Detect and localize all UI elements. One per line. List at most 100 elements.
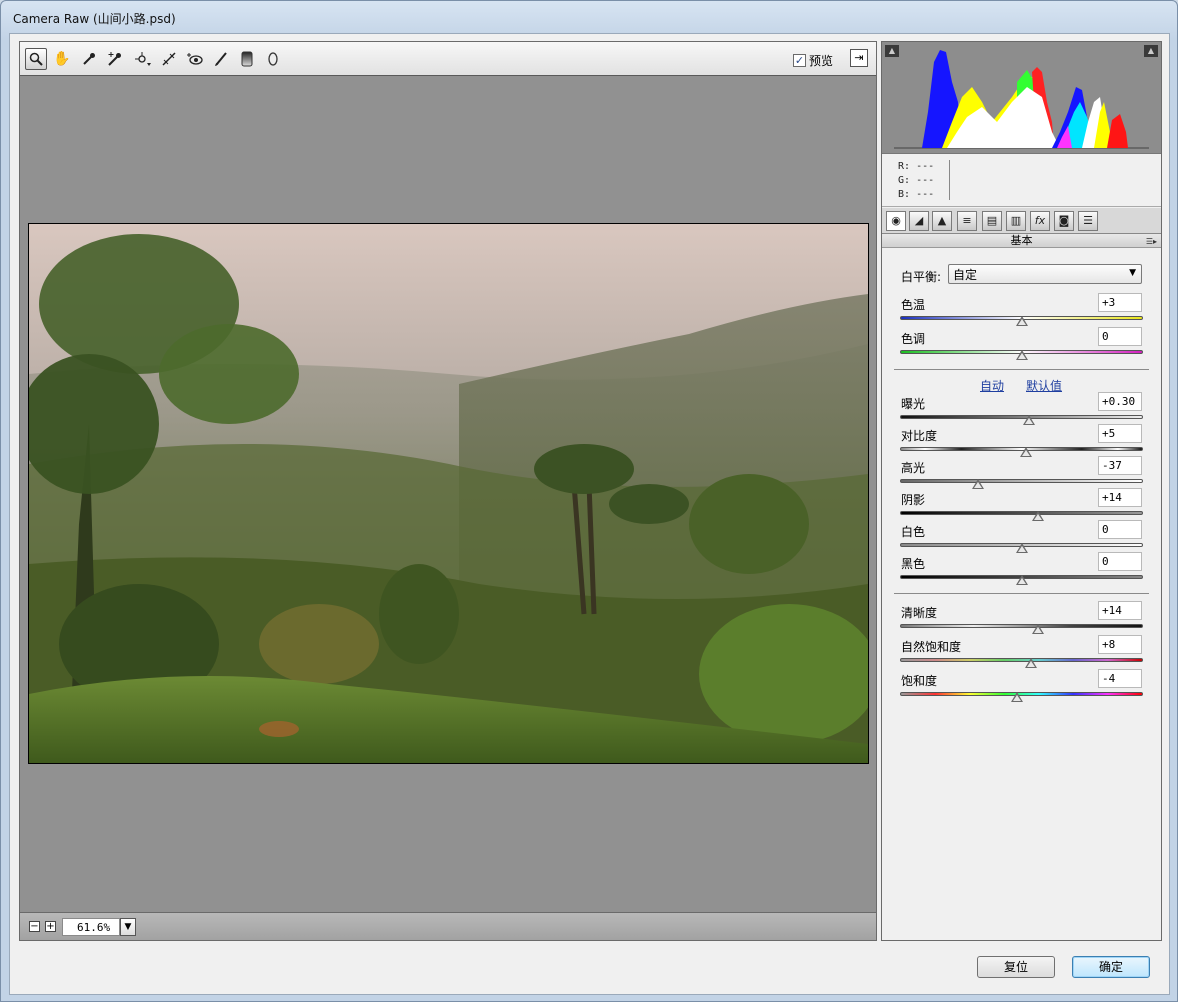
preview-toggle[interactable]: ✓ 预览 bbox=[793, 52, 833, 69]
chevron-down-icon: ▼ bbox=[1129, 268, 1136, 278]
window-title: Camera Raw (山间小路.psd) bbox=[13, 12, 176, 26]
whites-slider[interactable] bbox=[900, 543, 1143, 553]
shadows-field[interactable]: +14 bbox=[1098, 488, 1142, 507]
saturation-field[interactable]: -4 bbox=[1098, 669, 1142, 688]
straighten-tool-icon[interactable] bbox=[158, 48, 180, 70]
white-balance-tool-icon[interactable] bbox=[78, 48, 100, 70]
zoom-level-field[interactable]: 61.6% bbox=[62, 918, 120, 936]
color-sampler-tool-icon[interactable] bbox=[104, 48, 126, 70]
shadows-label: 阴影 bbox=[901, 493, 926, 507]
tint-slider-thumb[interactable] bbox=[1015, 350, 1028, 360]
histogram: ▲ ▲ bbox=[882, 42, 1161, 154]
reset-button[interactable]: 复位 bbox=[977, 956, 1055, 978]
zoom-dropdown-icon[interactable]: ▼ bbox=[120, 918, 136, 936]
clarity-label: 清晰度 bbox=[901, 606, 938, 620]
exposure-label: 曝光 bbox=[901, 397, 926, 411]
tab-split-toning-icon[interactable]: ▤ bbox=[982, 211, 1002, 231]
panel-menu-icon[interactable]: ☰▸ bbox=[1146, 235, 1157, 248]
contrast-field[interactable]: +5 bbox=[1098, 424, 1142, 443]
highlights-label: 高光 bbox=[901, 461, 926, 475]
camera-raw-window: Camera Raw (山间小路.psd) ✋ ✓ 预览 ⇥ − + 61.6%… bbox=[0, 0, 1178, 1002]
targeted-adjustment-tool-icon[interactable] bbox=[132, 48, 154, 70]
preview-panel: ✋ ✓ 预览 ⇥ − + 61.6% ▼ bbox=[19, 41, 877, 941]
saturation-slider-thumb[interactable] bbox=[1010, 692, 1023, 702]
r-label: R: bbox=[898, 161, 911, 172]
status-bar: − + 61.6% ▼ bbox=[20, 912, 876, 940]
tab-lens-corrections-icon[interactable]: ▥ bbox=[1006, 211, 1026, 231]
clarity-field[interactable]: +14 bbox=[1098, 601, 1142, 620]
g-value: --- bbox=[916, 175, 935, 186]
tab-basic-icon[interactable]: ◉ bbox=[886, 211, 906, 231]
exposure-slider[interactable] bbox=[900, 415, 1143, 425]
exposure-slider-thumb[interactable] bbox=[1022, 415, 1035, 425]
tab-hsl-icon[interactable]: ≡ bbox=[957, 211, 977, 231]
b-label: B: bbox=[898, 189, 911, 200]
shadows-slider-thumb[interactable] bbox=[1032, 511, 1045, 521]
contrast-slider[interactable] bbox=[900, 447, 1143, 457]
temperature-slider[interactable] bbox=[900, 316, 1143, 326]
histogram-graph bbox=[894, 50, 1149, 149]
default-link[interactable]: 默认值 bbox=[1026, 377, 1062, 394]
blacks-slider-thumb[interactable] bbox=[1015, 575, 1028, 585]
whites-slider-thumb[interactable] bbox=[1015, 543, 1028, 553]
contrast-slider-thumb[interactable] bbox=[1020, 447, 1033, 457]
title-bar[interactable]: Camera Raw (山间小路.psd) bbox=[1, 1, 1177, 33]
blacks-label: 黑色 bbox=[901, 557, 926, 571]
clarity-slider-thumb[interactable] bbox=[1032, 624, 1045, 634]
tab-presets-icon[interactable]: ☰ bbox=[1078, 211, 1098, 231]
tint-field[interactable]: 0 bbox=[1098, 327, 1142, 346]
vibrance-slider[interactable] bbox=[900, 658, 1143, 668]
tint-label: 色调 bbox=[901, 332, 926, 346]
blacks-field[interactable]: 0 bbox=[1098, 552, 1142, 571]
tab-detail-icon[interactable]: ▲ bbox=[932, 211, 952, 231]
section-divider bbox=[894, 593, 1149, 594]
exposure-field[interactable]: +0.30 bbox=[1098, 392, 1142, 411]
zoom-in-button[interactable]: + bbox=[45, 921, 56, 932]
adjustments-panel: ▲ ▲ R: --- G: --- B: --- ◉ ◢ ▲ ≡ ▤ ▥ fx … bbox=[881, 41, 1162, 941]
white-balance-label: 白平衡: bbox=[901, 270, 942, 284]
vibrance-field[interactable]: +8 bbox=[1098, 635, 1142, 654]
highlights-field[interactable]: -37 bbox=[1098, 456, 1142, 475]
b-value: --- bbox=[916, 189, 935, 200]
temperature-field[interactable]: +3 bbox=[1098, 293, 1142, 312]
section-title: 基本 ☰▸ bbox=[882, 234, 1161, 248]
whites-label: 白色 bbox=[901, 525, 926, 539]
tab-tone-curve-icon[interactable]: ◢ bbox=[909, 211, 929, 231]
white-balance-select[interactable]: 自定 ▼ bbox=[948, 264, 1142, 284]
dialog-client-area: ✋ ✓ 预览 ⇥ − + 61.6% ▼ ▲ ▲ R: --- G: --- B… bbox=[9, 33, 1170, 995]
graduated-filter-icon[interactable] bbox=[236, 48, 258, 70]
highlights-slider[interactable] bbox=[900, 479, 1143, 489]
hand-tool-icon[interactable]: ✋ bbox=[51, 48, 73, 70]
saturation-slider[interactable] bbox=[900, 692, 1143, 702]
zoom-out-button[interactable]: − bbox=[29, 921, 40, 932]
readout-divider bbox=[949, 160, 950, 200]
red-eye-tool-icon[interactable] bbox=[184, 48, 206, 70]
adjustment-brush-icon[interactable] bbox=[210, 48, 232, 70]
ok-button[interactable]: 确定 bbox=[1072, 956, 1150, 978]
radial-filter-icon[interactable] bbox=[262, 48, 284, 70]
highlights-slider-thumb[interactable] bbox=[972, 479, 985, 489]
temperature-label: 色温 bbox=[901, 298, 926, 312]
zoom-tool-icon[interactable] bbox=[25, 48, 47, 70]
vibrance-slider-thumb[interactable] bbox=[1025, 658, 1038, 668]
fullscreen-icon[interactable]: ⇥ bbox=[850, 49, 868, 67]
blacks-slider[interactable] bbox=[900, 575, 1143, 585]
whites-field[interactable]: 0 bbox=[1098, 520, 1142, 539]
auto-link[interactable]: 自动 bbox=[980, 377, 1004, 394]
white-balance-value: 自定 bbox=[953, 268, 978, 282]
image-preview[interactable] bbox=[28, 223, 869, 764]
tab-effects-icon[interactable]: fx bbox=[1030, 211, 1050, 231]
preview-checkbox[interactable]: ✓ bbox=[793, 54, 806, 67]
tint-slider[interactable] bbox=[900, 350, 1143, 360]
section-divider bbox=[894, 369, 1149, 370]
vibrance-label: 自然饱和度 bbox=[901, 640, 962, 654]
rgb-readout: R: --- G: --- B: --- bbox=[882, 154, 1161, 207]
temperature-slider-thumb[interactable] bbox=[1015, 316, 1028, 326]
shadows-slider[interactable] bbox=[900, 511, 1143, 521]
b-readout: B: --- bbox=[898, 189, 934, 200]
saturation-label: 饱和度 bbox=[901, 674, 938, 688]
r-readout: R: --- bbox=[898, 161, 934, 172]
tab-camera-calibration-icon[interactable]: ◙ bbox=[1054, 211, 1074, 231]
clarity-slider[interactable] bbox=[900, 624, 1143, 634]
tool-bar: ✋ ✓ 预览 ⇥ bbox=[20, 42, 876, 76]
